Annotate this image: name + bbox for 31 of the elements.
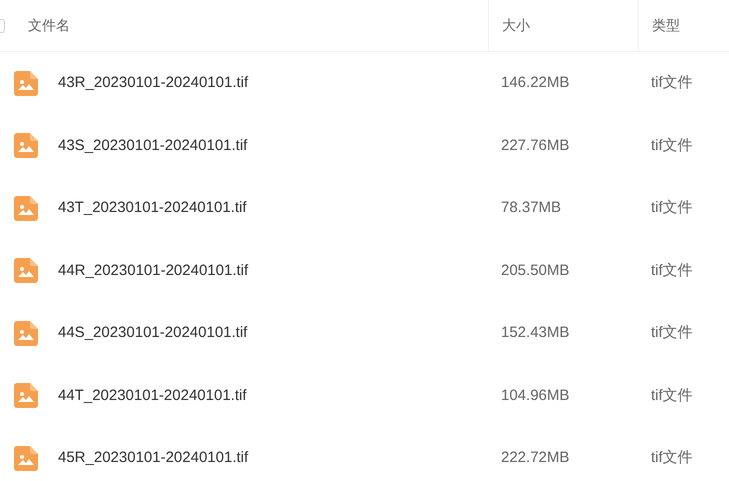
- file-size: 205.50MB: [501, 262, 570, 278]
- column-header[interactable]: 文件名: [28, 15, 70, 36]
- file-size: 152.43MB: [501, 324, 570, 341]
- file-size: 146.22MB: [501, 74, 570, 91]
- file-size: 222.72MB: [501, 449, 570, 466]
- file-size: 78.37MB: [501, 199, 562, 216]
- file-name[interactable]: 45R_20230101-20240101.tif: [58, 447, 248, 470]
- file-type: tif文件: [651, 199, 693, 216]
- file-size: 227.76MB: [501, 136, 570, 154]
- image-file-icon: [14, 383, 38, 408]
- file-size: 104.96MB: [501, 386, 570, 404]
- image-file-icon: [14, 320, 38, 346]
- file-type: tif文件: [651, 449, 693, 466]
- file-type: tif文件: [651, 386, 693, 404]
- file-type: tif文件: [651, 262, 693, 278]
- column-header[interactable]: 类型: [652, 15, 680, 36]
- image-file-icon: [14, 133, 38, 158]
- file-name[interactable]: 43S_20230101-20240101.tif: [58, 134, 248, 157]
- file-name[interactable]: 44T_20230101-20240101.tif: [58, 384, 246, 407]
- image-file-icon: [14, 196, 38, 221]
- file-name[interactable]: 44S_20230101-20240101.tif: [58, 322, 248, 344]
- file-name[interactable]: 44R_20230101-20240101.tif: [58, 260, 248, 282]
- image-file-icon: [14, 258, 38, 284]
- file-name[interactable]: 43T_20230101-20240101.tif: [58, 197, 246, 220]
- file-type: tif文件: [651, 136, 693, 154]
- file-name[interactable]: 43R_20230101-20240101.tif: [58, 72, 248, 94]
- image-file-icon: [14, 70, 38, 96]
- file-type: tif文件: [651, 324, 693, 341]
- image-file-icon: [14, 446, 38, 471]
- column-header[interactable]: 大小: [502, 15, 530, 36]
- file-type: tif文件: [651, 74, 693, 91]
